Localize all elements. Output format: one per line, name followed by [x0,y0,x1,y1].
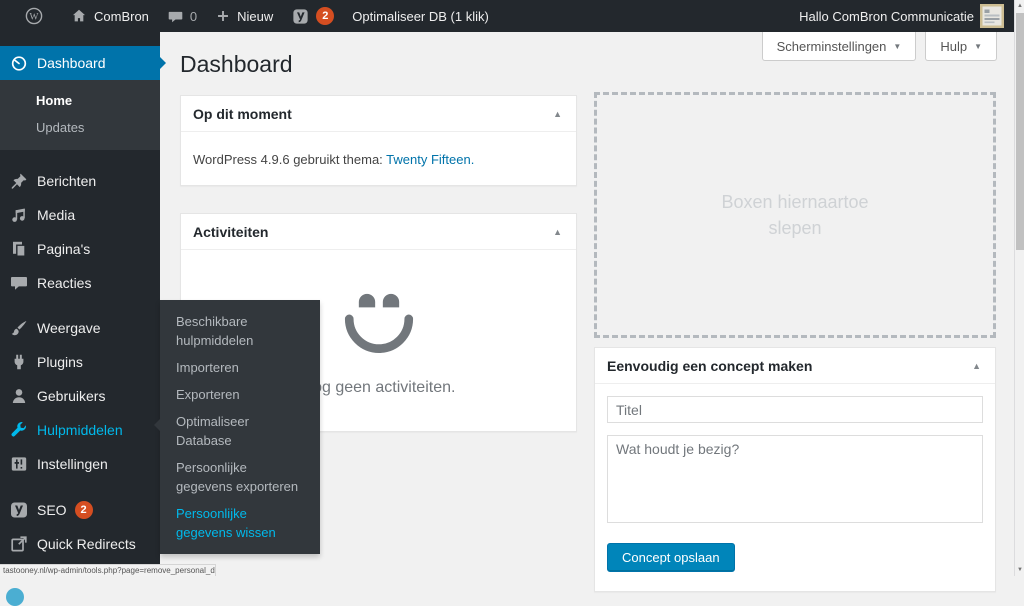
comments-icon [9,273,29,293]
sidebar-item-label: Dashboard [37,55,106,71]
widget-dropzone: Boxen hiernaartoe slepen [594,92,996,338]
site-name-button[interactable]: ComBron [61,0,158,32]
svg-text:W: W [30,13,39,23]
collapse-panel-icon[interactable]: ▲ [551,225,564,239]
sidebar-item-label: Plugins [37,354,83,370]
admin-bar: W ComBron 0 Nieuw 2 Optimaliseer DB (1 k… [0,0,1014,32]
sidebar-item-quick-redirects[interactable]: Quick Redirects [0,527,160,561]
panel-title: Op dit moment [193,106,292,122]
scroll-down-icon[interactable]: ▼ [1015,564,1024,576]
collapse-panel-icon[interactable]: ▲ [970,359,983,373]
sidebar-item-label: Quick Redirects [37,536,136,552]
sidebar-item-label: Berichten [37,173,96,189]
help-label: Hulp [940,39,967,54]
sidebar-item-dashboard[interactable]: Dashboard [0,46,160,80]
hulpmiddelen-flyout-menu: Beschikbare hulpmiddelen Importeren Expo… [160,300,320,554]
sidebar-item-label: Gebruikers [37,388,105,404]
scroll-up-icon[interactable]: ▲ [1015,0,1024,12]
theme-link-period: . [471,152,475,167]
collapse-panel-icon[interactable]: ▲ [551,107,564,121]
settings-icon [9,454,29,474]
chevron-down-icon: ▼ [893,42,901,51]
admin-sidebar-menu: Dashboard Home Updates Berichten Media P… [0,32,160,576]
sidebar-item-weergave[interactable]: Weergave [0,311,160,345]
sidebar-item-label: Weergave [37,320,101,336]
user-avatar-image [980,4,1004,28]
yoast-admin-button[interactable]: 2 [282,0,343,32]
scrollbar-thumb[interactable] [1016,13,1024,250]
screen-options-button[interactable]: Scherminstellingen ▼ [762,32,917,61]
yoast-icon [291,7,310,26]
clipped-menu-icon [6,588,24,606]
theme-link[interactable]: Twenty Fifteen [386,152,471,167]
plus-icon [215,8,231,24]
flyout-item-persoonlijke-gegevens-exporteren[interactable]: Persoonlijke gegevens exporteren [160,454,320,500]
dashboard-icon [9,53,29,73]
page-title: Dashboard [180,51,293,78]
yoast-notification-badge: 2 [316,7,334,25]
draft-title-input[interactable] [607,396,983,423]
my-account-button[interactable]: Hallo ComBron Communicatie [790,0,1006,32]
pages-icon [9,239,29,259]
help-button[interactable]: Hulp ▼ [925,32,997,61]
flyout-item-persoonlijke-gegevens-wissen[interactable]: Persoonlijke gegevens wissen [160,500,320,546]
sidebar-item-paginas[interactable]: Pagina's [0,232,160,266]
external-link-icon [9,534,29,554]
sidebar-item-label: Hulpmiddelen [37,422,123,438]
sidebar-item-label: Instellingen [37,456,108,472]
new-label: Nieuw [237,9,273,24]
sidebar-item-instellingen[interactable]: Instellingen [0,447,160,481]
browser-scrollbar[interactable]: ▲ ▼ [1014,0,1024,576]
dashboard-submenu: Home Updates [0,80,160,150]
wordpress-logo-icon: W [24,6,44,26]
greeting-label: Hallo ComBron Communicatie [799,9,974,24]
seo-notification-badge: 2 [75,501,93,519]
sidebar-item-gebruikers[interactable]: Gebruikers [0,379,160,413]
submenu-item-updates[interactable]: Updates [0,114,160,141]
sidebar-item-seo[interactable]: SEO 2 [0,493,160,527]
tools-wrench-icon [9,420,29,440]
sidebar-item-media[interactable]: Media [0,198,160,232]
panel-title: Activiteiten [193,224,268,240]
appearance-brush-icon [9,318,29,338]
at-a-glance-panel: Op dit moment ▲ WordPress 4.9.6 gebruikt… [180,95,577,186]
sidebar-item-hulpmiddelen[interactable]: Hulpmiddelen [0,413,160,447]
flyout-item-importeren[interactable]: Importeren [160,354,320,381]
sidebar-item-plugins[interactable]: Plugins [0,345,160,379]
new-content-button[interactable]: Nieuw [206,0,282,32]
sidebar-item-label: Media [37,207,75,223]
yoast-seo-icon [9,500,29,520]
flyout-item-exporteren[interactable]: Exporteren [160,381,320,408]
save-draft-button[interactable]: Concept opslaan [607,543,735,572]
comments-admin-button[interactable]: 0 [158,0,206,32]
sidebar-item-label: Reacties [37,275,91,291]
quick-draft-panel: Eenvoudig een concept maken ▲ Concept op… [594,347,996,592]
submenu-item-home[interactable]: Home [0,87,160,114]
draft-content-textarea[interactable] [607,435,983,523]
sidebar-item-berichten[interactable]: Berichten [0,164,160,198]
site-name-label: ComBron [94,9,149,24]
users-icon [9,386,29,406]
comments-count: 0 [190,9,197,24]
comments-bubble-icon [167,8,184,25]
wordpress-menu-button[interactable]: W [6,0,61,32]
screen-options-label: Scherminstellingen [777,39,887,54]
posts-pin-icon [9,171,29,191]
home-icon [70,7,88,25]
flyout-item-optimaliseer-database[interactable]: Optimaliseer Database [160,408,320,454]
chevron-down-icon: ▼ [974,42,982,51]
browser-status-bar: tastooney.nl/wp-admin/tools.php?page=rem… [0,564,216,576]
flyout-item-beschikbare-hulpmiddelen[interactable]: Beschikbare hulpmiddelen [160,308,320,354]
sidebar-item-reacties[interactable]: Reacties [0,266,160,300]
version-theme-text: WordPress 4.9.6 gebruikt thema: [193,152,386,167]
dropzone-hint-text: Boxen hiernaartoe slepen [710,189,880,241]
sidebar-item-label: Pagina's [37,241,90,257]
smiley-icon [331,268,427,364]
optimize-db-label: Optimaliseer DB (1 klik) [352,9,489,24]
optimize-db-button[interactable]: Optimaliseer DB (1 klik) [343,0,498,32]
media-icon [9,205,29,225]
plugins-icon [9,352,29,372]
panel-title: Eenvoudig een concept maken [607,358,812,374]
sidebar-item-label: SEO [37,502,67,518]
